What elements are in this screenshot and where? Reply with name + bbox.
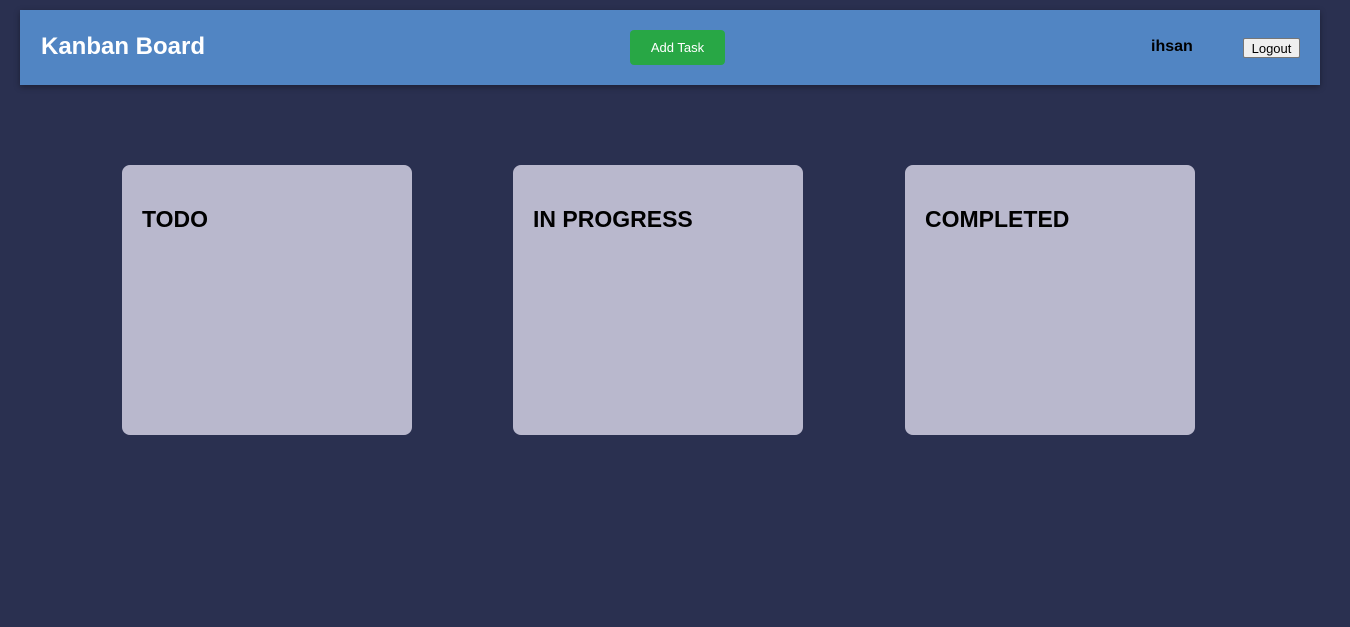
add-task-button[interactable]: Add Task <box>630 30 725 65</box>
logout-button[interactable]: Logout <box>1243 38 1300 58</box>
username: ihsan <box>1151 38 1193 55</box>
app-title: Kanban Board <box>41 33 206 60</box>
app-header: Kanban Board Add Task ihsan Logout <box>20 10 1320 85</box>
column-title-completed: COMPLETED <box>925 206 1070 232</box>
column-title-todo: TODO <box>142 206 209 232</box>
column-in-progress: IN PROGRESS <box>513 165 803 435</box>
column-completed: COMPLETED <box>905 165 1195 435</box>
column-todo: TODO <box>122 165 412 435</box>
column-title-in-progress: IN PROGRESS <box>533 206 693 232</box>
